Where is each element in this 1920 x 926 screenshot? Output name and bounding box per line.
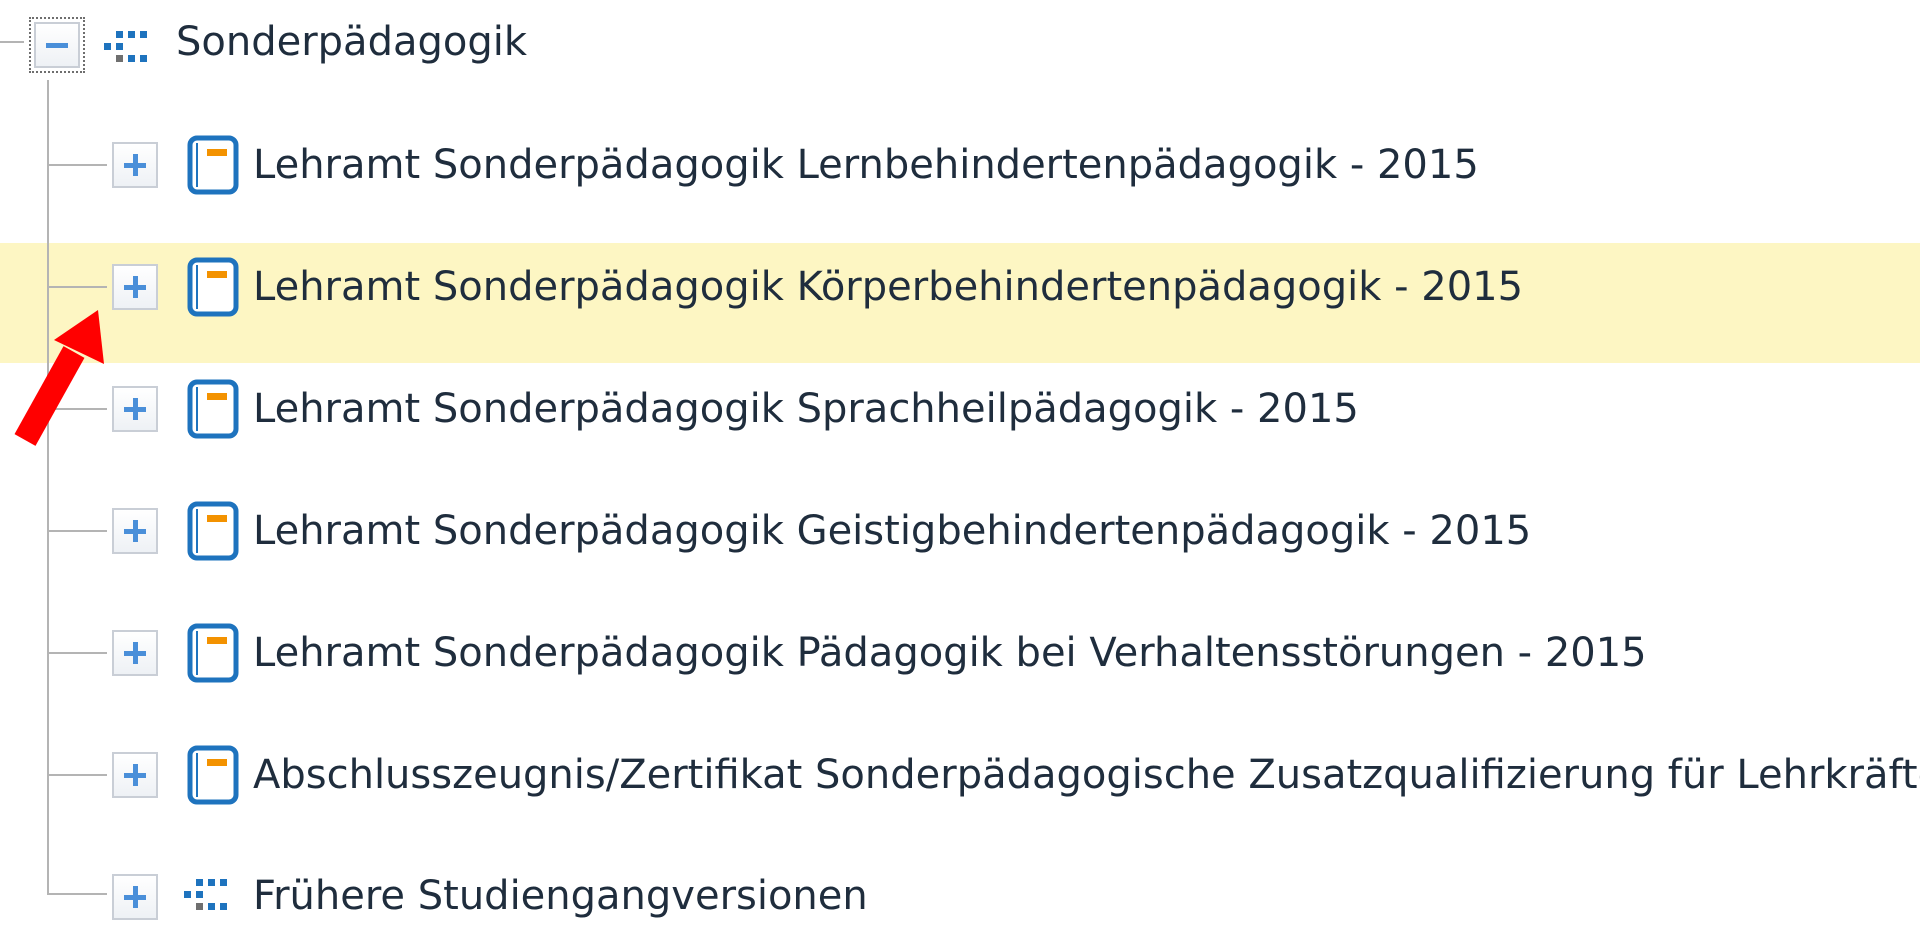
book-icon: [187, 501, 239, 561]
book-icon: [187, 135, 239, 195]
tree-line-branch-2: [47, 286, 107, 288]
expand-toggle-button[interactable]: [112, 874, 158, 920]
collapse-toggle-button[interactable]: [29, 17, 85, 73]
book-icon: [187, 623, 239, 683]
expand-toggle-button[interactable]: [112, 630, 158, 676]
tree-line-branch-1: [47, 164, 107, 166]
book-icon: [187, 379, 239, 439]
tree-node-label[interactable]: Lehramt Sonderpädagogik Pädagogik bei Ve…: [253, 623, 1647, 683]
tree-line-branch-4: [47, 530, 107, 532]
expand-toggle-button[interactable]: [112, 752, 158, 798]
expand-toggle-button[interactable]: [112, 142, 158, 188]
structure-icon: [184, 879, 227, 910]
structure-icon: [104, 31, 147, 62]
tree-node-label[interactable]: Lehramt Sonderpädagogik Geistigbehindert…: [253, 501, 1531, 561]
tree-node-label[interactable]: Lehramt Sonderpädagogik Sprachheilpädago…: [253, 379, 1359, 439]
expand-toggle-button[interactable]: [112, 508, 158, 554]
tree-line-root-left: [0, 41, 24, 43]
tree-node-label[interactable]: Lehramt Sonderpädagogik Körperbehinderte…: [253, 257, 1523, 317]
tree-line-branch-6: [47, 774, 107, 776]
tree-node-label[interactable]: Sonderpädagogik: [176, 12, 527, 72]
tree-line-branch-7: [47, 893, 107, 895]
annotation-arrow-icon: [14, 310, 104, 446]
tree-node-label[interactable]: Lehramt Sonderpädagogik Lernbehindertenp…: [253, 135, 1479, 195]
tree-line-trunk: [47, 80, 49, 893]
book-icon: [187, 257, 239, 317]
tree-line-branch-5: [47, 652, 107, 654]
tree-node-label[interactable]: Frühere Studiengangversionen: [253, 866, 868, 926]
tree-view: Sonderpädagogik Lehramt Sonderpädagogik …: [0, 0, 1920, 926]
book-icon: [187, 745, 239, 805]
tree-node-label[interactable]: Abschlusszeugnis/Zertifikat Sonderpädago…: [253, 745, 1920, 805]
